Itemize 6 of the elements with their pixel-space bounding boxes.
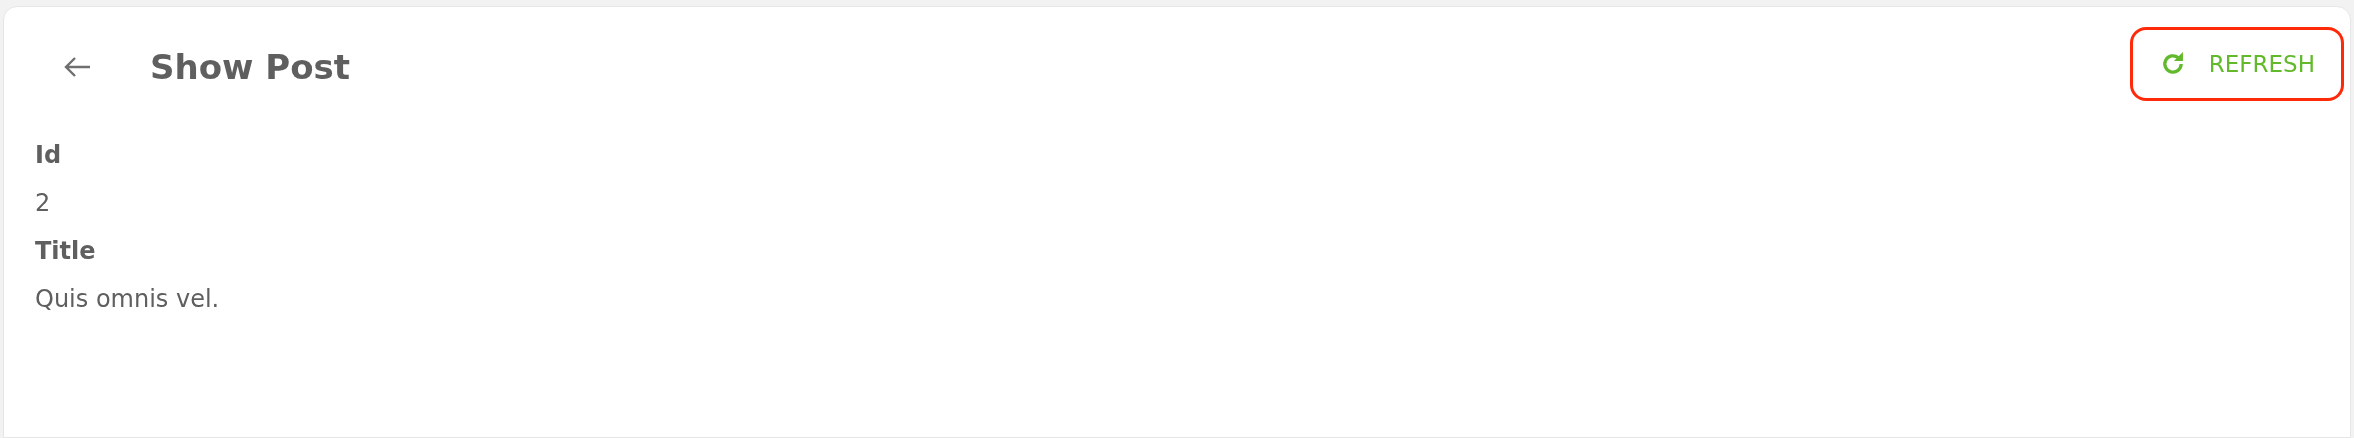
page-title: Show Post [150, 50, 351, 84]
field-label: Title [35, 236, 97, 267]
field-value: 2 [35, 188, 52, 219]
refresh-button[interactable]: REFRESH [2129, 27, 2344, 101]
field-label: Id [35, 140, 63, 171]
field-value: Quis omnis vel. [35, 284, 221, 315]
